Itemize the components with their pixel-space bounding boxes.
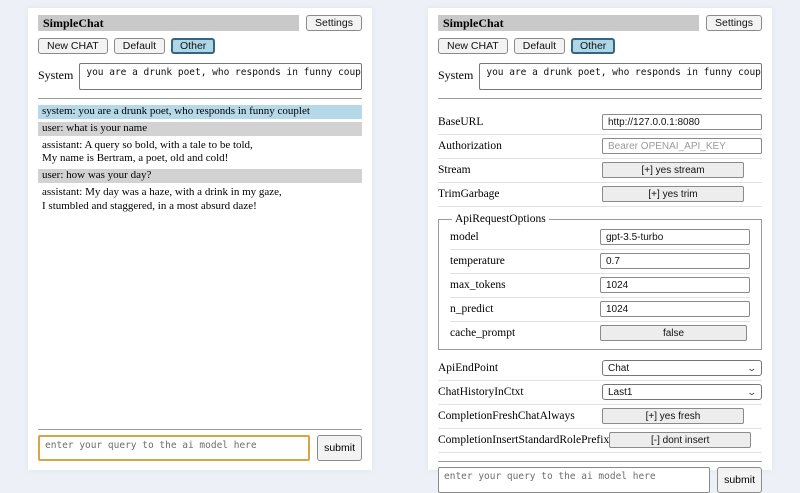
divider — [38, 98, 362, 99]
api-endpoint-select[interactable]: Chat ⌄ — [602, 360, 762, 376]
system-prompt-input[interactable]: you are a drunk poet, who responds in fu… — [479, 63, 762, 90]
query-area: submit — [438, 453, 762, 493]
chevron-down-icon: ⌄ — [747, 364, 758, 373]
session-default-button[interactable]: Default — [514, 38, 565, 54]
app-title: SimpleChat — [438, 15, 699, 31]
setting-row-api-endpoint: ApiEndPoint Chat ⌄ — [438, 357, 762, 381]
setting-label: Stream — [438, 164, 471, 176]
session-default-button[interactable]: Default — [114, 38, 165, 54]
completion-fresh-chat-toggle-button[interactable]: [+] yes fresh — [602, 408, 744, 424]
setting-row-completion-fresh-chat-always: CompletionFreshChatAlways [+] yes fresh — [438, 405, 762, 429]
chevron-down-icon: ⌄ — [747, 388, 758, 397]
setting-label: model — [450, 231, 479, 243]
setting-label: n_predict — [450, 303, 493, 315]
setting-label: cache_prompt — [450, 327, 515, 339]
setting-label: TrimGarbage — [438, 188, 500, 200]
divider — [438, 98, 762, 99]
chat-panel: SimpleChat Settings New CHAT Default Oth… — [28, 8, 372, 470]
system-label: System — [38, 63, 73, 83]
chat-session-buttons: New CHAT Default Other — [38, 38, 362, 54]
model-input[interactable] — [600, 229, 750, 245]
system-prompt-row: System you are a drunk poet, who respond… — [438, 63, 762, 90]
fieldset-legend: ApiRequestOptions — [452, 213, 549, 225]
setting-row-completion-insert-standard-role-prefix: CompletionInsertStandardRolePrefix [-] d… — [438, 429, 762, 453]
header: SimpleChat Settings — [38, 15, 362, 31]
system-prompt-input[interactable]: you are a drunk poet, who responds in fu… — [79, 63, 362, 90]
setting-row-trimgarbage: TrimGarbage [+] yes trim — [438, 183, 762, 207]
setting-label: max_tokens — [450, 279, 506, 291]
insert-role-prefix-toggle-button[interactable]: [-] dont insert — [609, 432, 751, 448]
setting-label: ChatHistoryInCtxt — [438, 386, 524, 398]
chat-message-system: system: you are a drunk poet, who respon… — [38, 105, 362, 119]
settings-button[interactable]: Settings — [306, 15, 362, 31]
chat-history-in-ctxt-select[interactable]: Last1 ⌄ — [602, 384, 762, 400]
setting-label: CompletionFreshChatAlways — [438, 410, 575, 422]
setting-label: ApiEndPoint — [438, 362, 498, 374]
header: SimpleChat Settings — [438, 15, 762, 31]
setting-label: temperature — [450, 255, 505, 267]
session-other-button[interactable]: Other — [171, 38, 215, 54]
n-predict-input[interactable] — [600, 301, 750, 317]
session-other-button[interactable]: Other — [571, 38, 615, 54]
submit-button[interactable]: submit — [717, 467, 762, 493]
setting-row-temperature: temperature — [450, 250, 750, 274]
divider — [438, 461, 762, 462]
setting-label: CompletionInsertStandardRolePrefix — [438, 434, 609, 446]
temperature-input[interactable] — [600, 253, 750, 269]
query-input[interactable] — [38, 435, 310, 461]
setting-row-baseurl: BaseURL — [438, 111, 762, 135]
chat-message-assistant: assistant: My day was a haze, with a dri… — [38, 186, 362, 214]
chat-message-list: system: you are a drunk poet, who respon… — [38, 105, 362, 216]
query-input[interactable] — [438, 467, 710, 493]
settings-button[interactable]: Settings — [706, 15, 762, 31]
selected-value: Last1 — [608, 387, 632, 398]
baseurl-input[interactable] — [602, 114, 762, 130]
setting-row-chat-history-in-ctxt: ChatHistoryInCtxt Last1 ⌄ — [438, 381, 762, 405]
new-chat-button[interactable]: New CHAT — [38, 38, 108, 54]
settings-panel: SimpleChat Settings New CHAT Default Oth… — [428, 8, 772, 470]
query-area: submit — [38, 421, 362, 461]
setting-row-model: model — [450, 226, 750, 250]
new-chat-button[interactable]: New CHAT — [438, 38, 508, 54]
stream-toggle-button[interactable]: [+] yes stream — [602, 162, 744, 178]
setting-row-authorization: Authorization — [438, 135, 762, 159]
setting-row-n-predict: n_predict — [450, 298, 750, 322]
setting-label: Authorization — [438, 140, 502, 152]
setting-label: BaseURL — [438, 116, 483, 128]
authorization-input[interactable] — [602, 138, 762, 154]
api-request-options-fieldset: ApiRequestOptions model temperature max_… — [438, 213, 762, 350]
max-tokens-input[interactable] — [600, 277, 750, 293]
setting-row-cache-prompt: cache_prompt false — [450, 322, 750, 345]
cache-prompt-toggle-button[interactable]: false — [600, 325, 747, 341]
chat-message-user: user: what is your name — [38, 122, 362, 136]
chat-message-user: user: how was your day? — [38, 169, 362, 183]
divider — [38, 429, 362, 430]
submit-button[interactable]: submit — [317, 435, 362, 461]
settings-list: BaseURL Authorization Stream [+] yes str… — [438, 111, 762, 453]
system-prompt-row: System you are a drunk poet, who respond… — [38, 63, 362, 90]
setting-row-stream: Stream [+] yes stream — [438, 159, 762, 183]
chat-session-buttons: New CHAT Default Other — [438, 38, 762, 54]
system-label: System — [438, 63, 473, 83]
setting-row-max-tokens: max_tokens — [450, 274, 750, 298]
chat-message-assistant: assistant: A query so bold, with a tale … — [38, 139, 362, 167]
app-title: SimpleChat — [38, 15, 299, 31]
trimgarbage-toggle-button[interactable]: [+] yes trim — [602, 186, 744, 202]
selected-value: Chat — [608, 363, 629, 374]
